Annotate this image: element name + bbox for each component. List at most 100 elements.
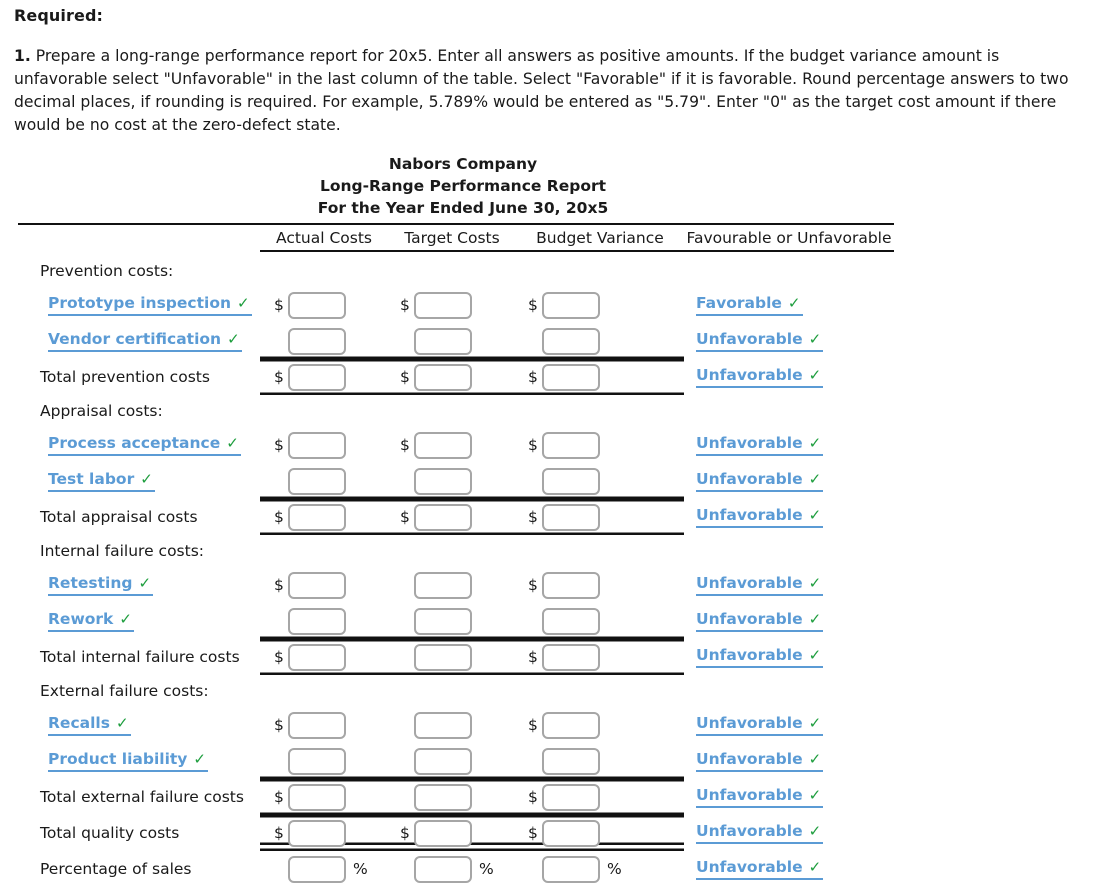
- input-wrapper: [400, 643, 472, 671]
- row-process-acceptance-var-input[interactable]: [542, 431, 600, 459]
- row-total-internal-failure-costs-actual-input[interactable]: [288, 643, 346, 671]
- row-product-liability-favorability-cell: Unfavorable ✓: [684, 743, 894, 779]
- cell-inner: %: [260, 853, 388, 886]
- row-process-acceptance-actual-input[interactable]: [288, 431, 346, 459]
- row-total-quality-costs-target-input[interactable]: [414, 819, 472, 847]
- row-retesting-target-input[interactable]: [414, 571, 472, 599]
- row-prototype-inspection-var-input[interactable]: [542, 291, 600, 319]
- row-retesting-var-input[interactable]: [542, 571, 600, 599]
- cell-inner: $: [516, 361, 684, 394]
- row-recalls-actual-input[interactable]: [288, 711, 346, 739]
- row-test-labor-cost-item-select[interactable]: Test labor ✓: [48, 470, 155, 493]
- row-product-liability-actual-cell: [260, 743, 388, 779]
- row-total-quality-costs-actual-input[interactable]: [288, 819, 346, 847]
- row-total-prevention-costs-actual-input[interactable]: [288, 363, 346, 391]
- row-prototype-inspection-favorability-select[interactable]: Favorable ✓: [696, 294, 803, 317]
- row-total-internal-failure-costs-target-input[interactable]: [414, 643, 472, 671]
- row-vendor-certification-actual-input[interactable]: [288, 327, 346, 355]
- row-total-prevention-costs-target-input[interactable]: [414, 363, 472, 391]
- row-product-liability-target-input[interactable]: [414, 747, 472, 775]
- row-prototype-inspection-cost-item-select[interactable]: Prototype inspection ✓: [48, 294, 252, 317]
- row-product-liability-actual-input[interactable]: [288, 747, 346, 775]
- row-test-labor-var-input[interactable]: [542, 467, 600, 495]
- row-retesting-actual-input[interactable]: [288, 571, 346, 599]
- row-prototype-inspection-actual-input[interactable]: [288, 291, 346, 319]
- row-internal-failure-costs-label: Internal failure costs:: [40, 542, 205, 561]
- row-rework-target-cell: [388, 603, 516, 639]
- row-vendor-certification-favorability-select[interactable]: Unfavorable ✓: [696, 330, 824, 353]
- row-total-prevention-costs-favorability-select[interactable]: Unfavorable ✓: [696, 366, 824, 389]
- row-product-liability-var-input[interactable]: [542, 747, 600, 775]
- row-total-external-failure-costs-var-cell: $: [516, 779, 684, 815]
- row-vendor-certification-target-input[interactable]: [414, 327, 472, 355]
- row-percentage-of-sales-var-input[interactable]: [542, 855, 600, 883]
- row-total-internal-failure-costs-favorability-select[interactable]: Unfavorable ✓: [696, 646, 824, 669]
- row-total-quality-costs-var-input[interactable]: [542, 819, 600, 847]
- row-prototype-inspection-target-input[interactable]: [414, 291, 472, 319]
- row-recalls-target-input[interactable]: [414, 711, 472, 739]
- cost-item-label: Retesting: [48, 574, 133, 593]
- row-retesting-cost-item-select[interactable]: Retesting ✓: [48, 574, 154, 597]
- row-rework-actual-input[interactable]: [288, 607, 346, 635]
- input-wrapper: [274, 327, 346, 355]
- input-wrapper: $: [528, 291, 600, 319]
- row-total-internal-failure-costs-var-input[interactable]: [542, 643, 600, 671]
- row-vendor-certification-var-input[interactable]: [542, 327, 600, 355]
- row-total-appraisal-costs-actual-cell: $: [260, 499, 388, 535]
- row-total-appraisal-costs-favorability-select[interactable]: Unfavorable ✓: [696, 506, 824, 529]
- percent-symbol: %: [353, 860, 368, 879]
- section-row-spacer: [260, 535, 894, 567]
- row-total-internal-failure-costs-favorability-cell: Unfavorable ✓: [684, 639, 894, 675]
- cell-inner: [260, 465, 388, 498]
- check-icon: ✓: [119, 610, 132, 629]
- row-total-appraisal-costs-actual-input[interactable]: [288, 503, 346, 531]
- row-percentage-of-sales-favorability-select[interactable]: Unfavorable ✓: [696, 858, 824, 881]
- row-total-external-failure-costs-target-input[interactable]: [414, 783, 472, 811]
- row-process-acceptance-favorability-select[interactable]: Unfavorable ✓: [696, 434, 824, 457]
- row-prototype-inspection-target-cell: $: [388, 287, 516, 323]
- row-total-appraisal-costs-target-input[interactable]: [414, 503, 472, 531]
- row-recalls-var-input[interactable]: [542, 711, 600, 739]
- table-row: Total internal failure costs $ $ Unfavorabl…: [18, 639, 894, 675]
- row-vendor-certification-var-cell: [516, 323, 684, 359]
- row-test-labor-actual-input[interactable]: [288, 467, 346, 495]
- cell-inner: [260, 325, 388, 358]
- cell-inner: $: [388, 429, 516, 462]
- row-total-quality-costs-favorability-select[interactable]: Unfavorable ✓: [696, 822, 824, 845]
- row-process-acceptance-target-input[interactable]: [414, 431, 472, 459]
- input-wrapper: [400, 571, 472, 599]
- row-total-external-failure-costs-var-input[interactable]: [542, 783, 600, 811]
- row-test-labor-target-input[interactable]: [414, 467, 472, 495]
- row-test-labor-cost-item-cell: Test labor ✓: [18, 463, 260, 499]
- currency-symbol: $: [400, 368, 410, 387]
- row-total-external-failure-costs-actual-input[interactable]: [288, 783, 346, 811]
- row-process-acceptance-cost-item-cell: Process acceptance ✓: [18, 427, 260, 463]
- row-total-prevention-costs-var-input[interactable]: [542, 363, 600, 391]
- row-recalls-favorability-select[interactable]: Unfavorable ✓: [696, 714, 824, 737]
- row-rework-var-input[interactable]: [542, 607, 600, 635]
- input-wrapper: [400, 607, 472, 635]
- row-rework-target-input[interactable]: [414, 607, 472, 635]
- row-rework-favorability-cell: Unfavorable ✓: [684, 603, 894, 639]
- row-process-acceptance-cost-item-select[interactable]: Process acceptance ✓: [48, 434, 241, 457]
- cell-inner: $: [516, 501, 684, 534]
- favorability-label: Unfavorable: [696, 646, 803, 665]
- column-header-target-costs: Target Costs: [388, 225, 516, 255]
- row-test-labor-favorability-select[interactable]: Unfavorable ✓: [696, 470, 824, 493]
- row-rework-favorability-select[interactable]: Unfavorable ✓: [696, 610, 824, 633]
- row-total-external-failure-costs-favorability-select[interactable]: Unfavorable ✓: [696, 786, 824, 809]
- row-retesting-favorability-select[interactable]: Unfavorable ✓: [696, 574, 824, 597]
- cell-inner: $: [260, 641, 388, 674]
- input-wrapper: $: [400, 819, 472, 847]
- row-rework-cost-item-select[interactable]: Rework ✓: [48, 610, 134, 633]
- cell-inner: $: [260, 817, 388, 850]
- row-product-liability-cost-item-select[interactable]: Product liability ✓: [48, 750, 208, 773]
- row-appraisal-costs-label: Appraisal costs:: [40, 402, 163, 421]
- row-product-liability-favorability-select[interactable]: Unfavorable ✓: [696, 750, 824, 773]
- row-recalls-cost-item-select[interactable]: Recalls ✓: [48, 714, 131, 737]
- row-percentage-of-sales-actual-input[interactable]: [288, 855, 346, 883]
- input-wrapper: [528, 607, 600, 635]
- row-total-appraisal-costs-var-input[interactable]: [542, 503, 600, 531]
- row-vendor-certification-cost-item-select[interactable]: Vendor certification ✓: [48, 330, 242, 353]
- row-percentage-of-sales-target-input[interactable]: [414, 855, 472, 883]
